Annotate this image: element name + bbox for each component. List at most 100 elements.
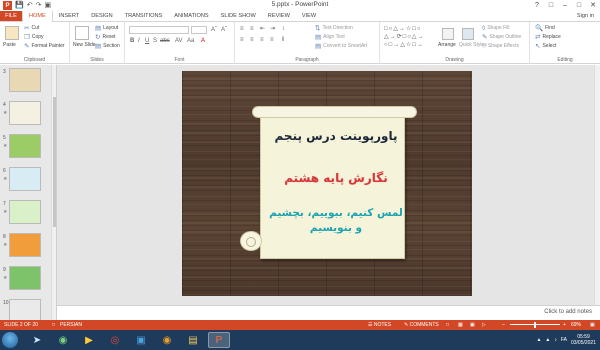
maximize-icon[interactable]: □ bbox=[572, 0, 586, 11]
slide-thumbnail[interactable] bbox=[9, 101, 41, 125]
grow-font-icon[interactable]: Aˆ bbox=[211, 26, 217, 34]
tab-design[interactable]: DESIGN bbox=[85, 11, 118, 21]
sign-in-link[interactable]: Sign in bbox=[577, 11, 594, 22]
slide-thumbnail[interactable] bbox=[9, 68, 41, 92]
tray-arrow-icon[interactable]: ▲ bbox=[536, 337, 541, 343]
telegram-icon[interactable]: ➤ bbox=[26, 332, 48, 348]
paste-icon[interactable] bbox=[5, 26, 19, 40]
thumbnail-row[interactable]: 7 ★ bbox=[0, 199, 56, 227]
reset-button[interactable]: ↻ Reset bbox=[95, 34, 116, 41]
file-explorer-icon[interactable]: ▤ bbox=[182, 332, 204, 348]
clock[interactable]: 05:59 03/05/2021 bbox=[571, 334, 596, 346]
copy-button[interactable]: ❐ Copy bbox=[24, 34, 44, 41]
new-slide-icon[interactable] bbox=[75, 26, 89, 40]
fit-slide-icon[interactable]: ▣ bbox=[590, 320, 595, 330]
thumbnail-row[interactable]: 10 bbox=[0, 298, 56, 320]
shrink-font-icon[interactable]: Aˇ bbox=[221, 26, 227, 34]
shape-fill-button[interactable]: ◊ Shape Fill bbox=[482, 25, 509, 32]
section-button[interactable]: ▤ Section bbox=[95, 43, 120, 50]
increase-indent-icon[interactable]: ⇥ bbox=[270, 25, 275, 33]
help-icon[interactable]: ? bbox=[530, 0, 544, 11]
slide-thumbnail[interactable] bbox=[9, 266, 41, 290]
slide-thumbnail[interactable] bbox=[9, 134, 41, 158]
character-spacing-icon[interactable]: AV bbox=[175, 37, 183, 45]
tab-home[interactable]: HOME bbox=[22, 11, 53, 22]
cut-button[interactable]: ✂ Cut bbox=[24, 25, 39, 32]
current-slide[interactable]: پاورپوینت درس پنجم نگارش پایه هشتم لمس ک… bbox=[182, 71, 472, 296]
slide-sorter-icon[interactable]: ▦ bbox=[458, 320, 463, 330]
arrange-icon[interactable] bbox=[442, 28, 454, 40]
replace-button[interactable]: ⇄ Replace bbox=[535, 34, 561, 41]
firefox-icon[interactable]: ◉ bbox=[156, 332, 178, 348]
thumbnail-row[interactable]: 6 ★ bbox=[0, 166, 56, 194]
media-player-icon[interactable]: ▶ bbox=[78, 332, 100, 348]
shape-outline-button[interactable]: ✎ Shape Outline bbox=[482, 34, 521, 41]
zoom-slider-thumb[interactable] bbox=[534, 322, 536, 328]
tab-transitions[interactable]: TRANSITIONS bbox=[119, 11, 169, 21]
format-painter-button[interactable]: ✎ Format Painter bbox=[24, 43, 65, 50]
zoom-in-icon[interactable]: + bbox=[563, 320, 566, 330]
text-direction-button[interactable]: ⇅ Text Direction bbox=[315, 25, 353, 32]
bold-icon[interactable]: B bbox=[130, 37, 134, 45]
zoom-level[interactable]: 69% bbox=[571, 320, 581, 330]
decrease-indent-icon[interactable]: ⇤ bbox=[260, 25, 265, 33]
slide-scrollbar[interactable] bbox=[594, 65, 600, 305]
tab-file[interactable]: FILE bbox=[0, 11, 22, 21]
align-right-icon[interactable]: ≡ bbox=[260, 36, 264, 44]
slide-title[interactable]: پاورپوینت درس پنجم bbox=[266, 129, 406, 143]
arrange-button[interactable]: Arrange bbox=[438, 42, 456, 49]
slide-body-text[interactable]: لمس کنیم، ببوییم، بچشیم و بنویسیم bbox=[266, 206, 406, 236]
font-name-field[interactable] bbox=[129, 26, 189, 34]
normal-view-icon[interactable]: □ bbox=[446, 320, 449, 330]
reading-view-icon[interactable]: ▣ bbox=[470, 320, 475, 330]
tab-animations[interactable]: ANIMATIONS bbox=[168, 11, 214, 21]
chrome-icon[interactable]: ◎ bbox=[104, 332, 126, 348]
thumbnail-row[interactable]: 3 bbox=[0, 67, 56, 95]
change-case-icon[interactable]: Aa bbox=[187, 37, 194, 45]
notes-pane[interactable]: Click to add notes bbox=[57, 305, 600, 320]
tab-view[interactable]: VIEW bbox=[296, 11, 322, 21]
network-icon[interactable]: ▲ bbox=[545, 337, 550, 343]
line-spacing-icon[interactable]: ↕ bbox=[282, 25, 285, 33]
app-window-icon[interactable]: ▣ bbox=[130, 332, 152, 348]
font-size-field[interactable] bbox=[191, 26, 207, 34]
thumbnail-scrollbar[interactable] bbox=[51, 65, 56, 320]
thumbnail-row[interactable]: 9 ★ bbox=[0, 265, 56, 293]
close-icon[interactable]: ✕ bbox=[586, 0, 600, 11]
zoom-out-icon[interactable]: – bbox=[502, 320, 505, 330]
thumbnail-row[interactable]: 8 ★ bbox=[0, 232, 56, 260]
select-button[interactable]: ↖ Select bbox=[535, 43, 556, 50]
app-globe-icon[interactable]: ◉ bbox=[52, 332, 74, 348]
shape-effects-button[interactable]: ○ Shape Effects bbox=[482, 43, 519, 50]
tab-slide-show[interactable]: SLIDE SHOW bbox=[215, 11, 262, 21]
italic-icon[interactable]: I bbox=[138, 37, 140, 45]
columns-icon[interactable]: ‖ bbox=[282, 36, 284, 44]
font-color-icon[interactable]: A bbox=[201, 37, 205, 45]
strikethrough-icon[interactable]: abc bbox=[160, 37, 170, 45]
align-text-button[interactable]: ▤ Align Text bbox=[315, 34, 345, 41]
spellcheck-icon[interactable]: □ bbox=[52, 320, 55, 330]
start-button[interactable] bbox=[2, 332, 18, 348]
thumbnail-row[interactable]: 5 ★ bbox=[0, 133, 56, 161]
shapes-gallery[interactable]: □○△→☆□○ △→⟳□○△→ ○□→△☆□→ bbox=[384, 25, 438, 53]
underline-icon[interactable]: U bbox=[145, 37, 149, 45]
slide-thumbnail[interactable] bbox=[9, 233, 41, 257]
slide-thumbnail[interactable] bbox=[9, 200, 41, 224]
slide-thumbnail[interactable] bbox=[9, 167, 41, 191]
align-left-icon[interactable]: ≡ bbox=[240, 36, 244, 44]
quick-styles-icon[interactable] bbox=[462, 28, 474, 40]
comments-toggle[interactable]: ✎ COMMENTS bbox=[404, 320, 439, 330]
convert-smartart-button[interactable]: ▤ Convert to SmartArt bbox=[315, 43, 367, 50]
tab-review[interactable]: REVIEW bbox=[262, 11, 296, 21]
align-center-icon[interactable]: ≡ bbox=[250, 36, 254, 44]
notes-toggle[interactable]: ☰ NOTES bbox=[368, 320, 391, 330]
input-language[interactable]: FA bbox=[561, 337, 567, 343]
slide-thumbnail[interactable] bbox=[9, 299, 41, 320]
scrollbar-thumb[interactable] bbox=[53, 97, 56, 227]
bullets-icon[interactable]: ≡ bbox=[240, 25, 244, 33]
paste-button[interactable]: Paste bbox=[3, 42, 16, 49]
volume-icon[interactable]: ♪ bbox=[554, 337, 557, 343]
powerpoint-taskbar-icon[interactable]: P bbox=[208, 332, 230, 348]
slideshow-icon[interactable]: ▷ bbox=[482, 320, 486, 330]
ribbon-display-icon[interactable]: □ bbox=[544, 0, 558, 11]
